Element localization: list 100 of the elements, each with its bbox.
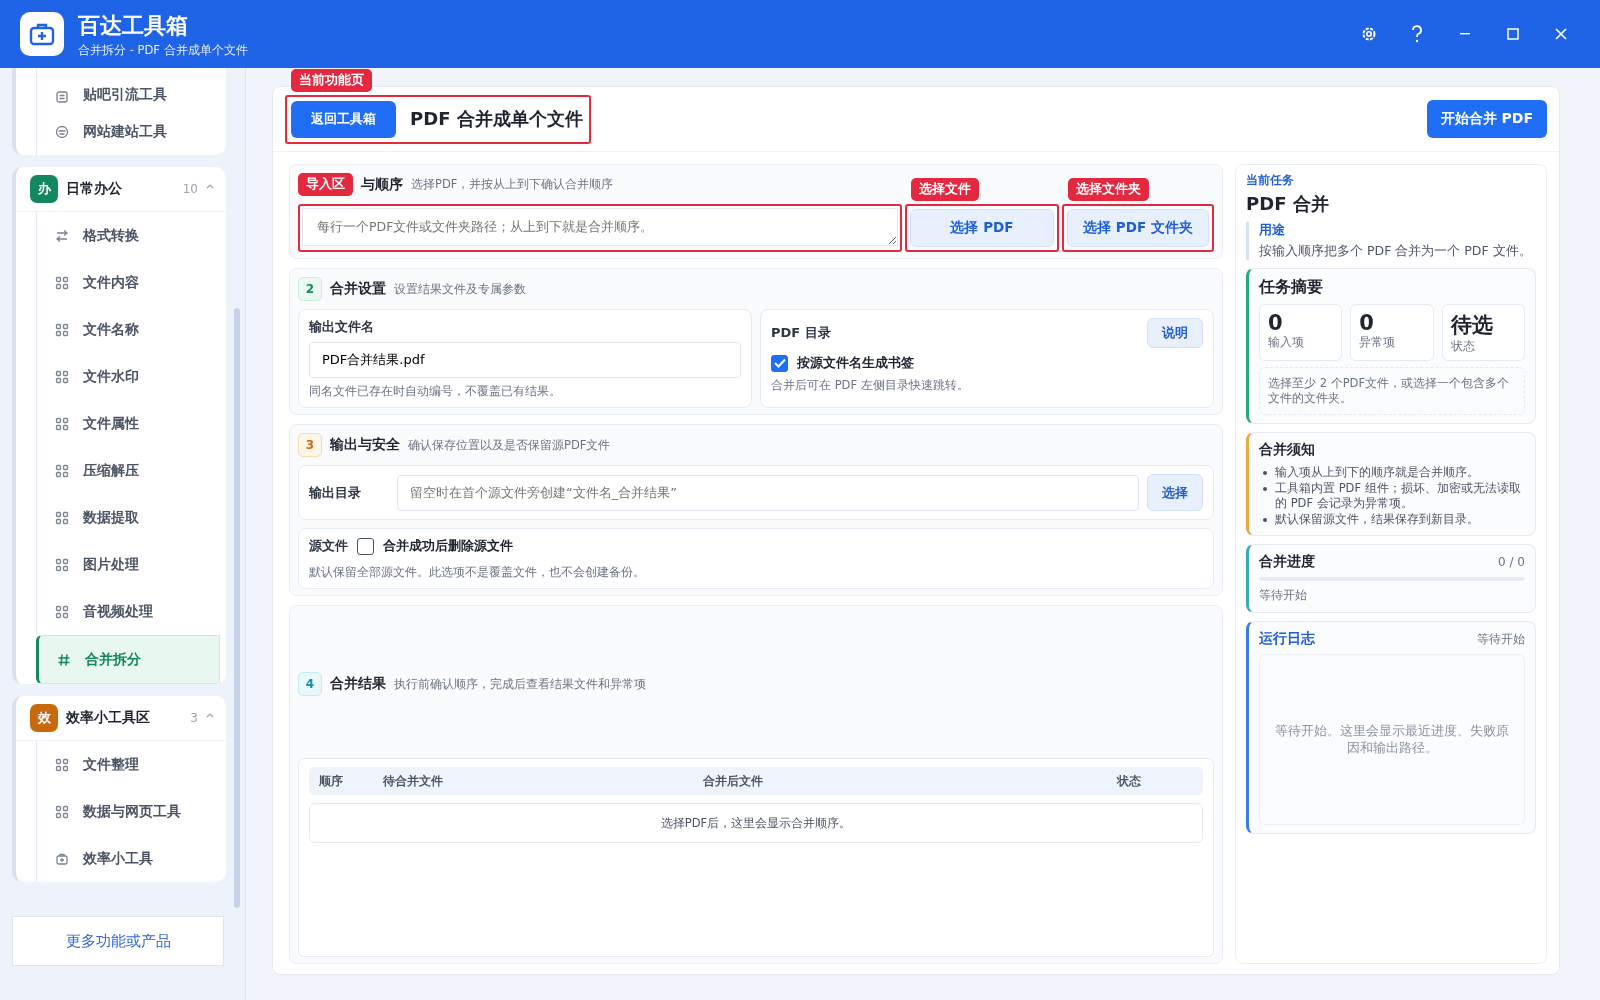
scrollbar-thumb[interactable] [234, 308, 240, 908]
checkbox-label: 合并成功后删除源文件 [383, 537, 513, 555]
sidebar-item[interactable]: 文件水印 [36, 353, 226, 400]
stat-value: 待选 [1450, 312, 1494, 339]
select-folder-button[interactable]: 选择 PDF 文件夹 [1067, 209, 1209, 247]
sidebar-item[interactable]: 文件内容 [36, 259, 226, 306]
notice-item: 默认保留源文件，结果保存到新目录。 [1275, 512, 1479, 527]
panel-eyebrow: 当前任务 [1246, 173, 1295, 188]
section-title: 合并结果 [330, 675, 386, 693]
start-merge-button[interactable]: 开始合并 PDF [1426, 100, 1547, 138]
grid-icon [55, 369, 69, 384]
field-label: PDF 目录 [771, 324, 831, 342]
grid-icon [55, 510, 69, 525]
purpose-label: 用途 [1259, 222, 1286, 239]
progress-count: 0 / 0 [1498, 555, 1525, 569]
sidebar-group-header[interactable]: 效 效率小工具区 3 [16, 696, 226, 741]
log-message: 等待开始。这里会显示最近进度、失败原因和输出路径。 [1274, 722, 1510, 757]
sidebar-item[interactable]: 效率小工具 [36, 835, 226, 882]
grid-icon [55, 604, 69, 619]
choose-dir-button[interactable]: 选择 [1147, 474, 1203, 511]
app-title: 百达工具箱 [78, 11, 189, 40]
sidebar-item[interactable]: 压缩解压 [36, 447, 226, 494]
sidebar-item[interactable]: 文件整理 [36, 741, 226, 788]
annotation-tag: 导入区 [298, 173, 353, 196]
column-header: 合并后文件 [703, 773, 764, 789]
field-note: 默认保留全部源文件。此选项不是覆盖文件，也不会创建备份。 [309, 565, 646, 580]
sidebar-group-header[interactable]: 办 日常办公 10 [16, 167, 226, 212]
globe-icon [55, 124, 69, 139]
grid-icon [55, 322, 69, 337]
field-note: 同名文件已存在时自动编号，不覆盖已有结果。 [309, 384, 562, 399]
grid-icon [55, 463, 69, 478]
card-title: 运行日志 [1259, 630, 1315, 648]
toolbox-icon [55, 851, 69, 866]
column-header: 待合并文件 [383, 773, 444, 789]
column-header: 顺序 [318, 773, 344, 789]
path-input-field[interactable]: 每行一个PDF文件或文件夹路径；从上到下就是合并顺序。 [302, 208, 898, 246]
step-number: 2 [298, 277, 322, 301]
sidebar-item[interactable]: 数据与网页工具 [36, 788, 226, 835]
select-pdf-button[interactable]: 选择 PDF [910, 209, 1054, 247]
grid-icon [55, 275, 69, 290]
stat-label: 异常项 [1359, 335, 1397, 350]
stat-label: 输入项 [1268, 335, 1305, 350]
annotation-tag: 选择文件 [911, 178, 979, 201]
task-title: PDF 合并 [1246, 192, 1330, 216]
section-title: 合并设置 [330, 280, 386, 298]
section-title: 输出与安全 [330, 436, 400, 454]
hash-icon [57, 652, 71, 667]
toolbox-logo-icon [20, 12, 64, 56]
grid-icon [55, 416, 69, 431]
section-hint: 确认保存位置以及是否保留源PDF文件 [408, 437, 611, 453]
log-status: 等待开始 [1477, 630, 1525, 648]
checkbox[interactable] [771, 354, 788, 372]
step-number: 4 [298, 672, 322, 696]
output-dir-input-field[interactable]: 留空时在首个源文件旁创建“文件名_合并结果” [397, 474, 1139, 511]
checkbox[interactable] [357, 537, 374, 555]
caret-icon[interactable] [206, 183, 214, 189]
card-title: 合并进度 [1259, 553, 1315, 571]
field-label: 输出目录 [309, 483, 362, 502]
card-title: 任务摘要 [1259, 277, 1324, 298]
help-button[interactable]: 说明 [1147, 318, 1203, 348]
page-title: PDF 合并成单个文件 [410, 107, 583, 131]
sidebar-item[interactable]: 图片处理 [36, 541, 226, 588]
notice-item: 工具箱内置 PDF 组件；损坏、加密或无法读取的 PDF 会记录为异常项。 [1275, 481, 1522, 511]
grid-icon [55, 557, 69, 572]
purpose-text: 按输入顺序把多个 PDF 合并为一个 PDF 文件。 [1259, 243, 1533, 260]
progress-status: 等待开始 [1259, 587, 1308, 604]
section-title: 与顺序 [361, 175, 403, 194]
back-button[interactable]: 返回工具箱 [291, 100, 396, 138]
step-number: 3 [298, 433, 322, 457]
sidebar-item[interactable]: 文件属性 [36, 400, 226, 447]
more-products-link[interactable]: 更多功能或产品 [12, 916, 224, 966]
sidebar-item[interactable]: 文件名称 [36, 306, 226, 353]
group-badge: 办 [30, 175, 58, 203]
card-title: 合并须知 [1259, 441, 1316, 459]
sidebar-item[interactable]: 格式转换 [36, 212, 226, 259]
grid-icon [55, 804, 69, 819]
caret-icon[interactable] [206, 712, 214, 718]
notice-item: 输入项从上到下的顺序就是合并顺序。 [1275, 465, 1479, 480]
stat-label: 状态 [1450, 339, 1476, 354]
sidebar-item[interactable]: 合并拆分 [36, 635, 220, 684]
document-icon [55, 90, 69, 104]
filename-input-field[interactable]: PDF合并结果.pdf [309, 342, 741, 378]
sidebar-item[interactable]: 数据提取 [36, 494, 226, 541]
section-hint: 选择PDF，并按从上到下确认合并顺序 [411, 177, 614, 192]
stat-value: 0 [1359, 311, 1375, 335]
field-note: 合并后可在 PDF 左侧目录快速跳转。 [771, 378, 970, 393]
field-label: 输出文件名 [309, 318, 375, 336]
checkbox-label: 按源文件名生成书签 [797, 354, 914, 372]
sidebar-item[interactable]: 网站建站工具 [36, 108, 226, 155]
sidebar-item[interactable]: 贴吧引流工具 [36, 68, 226, 108]
empty-message: 选择PDF后，这里会显示合并顺序。 [660, 815, 852, 831]
summary-note: 选择至少 2 个PDF文件，或选择一个包含多个文件的文件夹。 [1259, 367, 1525, 415]
group-badge: 效 [30, 704, 58, 732]
field-label: 源文件 [309, 537, 348, 555]
section-hint: 执行前确认顺序，完成后查看结果文件和异常项 [394, 676, 646, 692]
annotation-tag: 选择文件夹 [1068, 178, 1149, 201]
stat-value: 0 [1268, 311, 1284, 335]
section-hint: 设置结果文件及专属参数 [394, 281, 526, 297]
swap-arrows-icon [55, 228, 69, 243]
app-subtitle: 合并拆分 - PDF 合并成单个文件 [78, 42, 248, 58]
